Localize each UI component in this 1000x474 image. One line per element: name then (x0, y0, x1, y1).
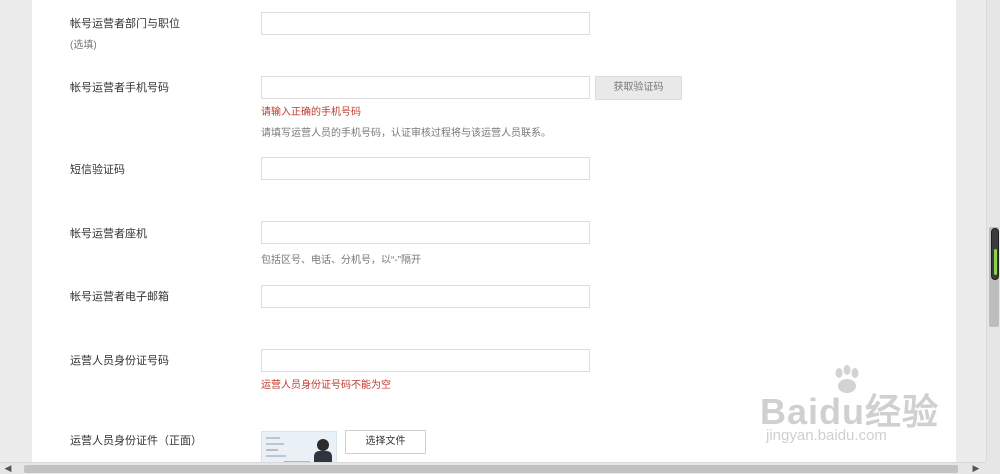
dept-label: 帐号运营者部门与职位 (70, 18, 180, 30)
id-number-error: 运营人员身份证号码不能为空 (261, 380, 391, 391)
phone-input[interactable] (261, 76, 590, 99)
scroll-right-icon[interactable]: ▶ (970, 462, 982, 474)
choose-file-button[interactable]: 选择文件 (345, 430, 426, 454)
scroll-widget-icon (991, 228, 999, 280)
id-card-thumbnail (261, 431, 337, 462)
sms-code-input[interactable] (261, 157, 590, 180)
dept-input[interactable] (261, 12, 590, 35)
email-label: 帐号运营者电子邮箱 (70, 291, 169, 303)
landline-hint: 包括区号、电话、分机号，以“-”隔开 (261, 255, 421, 266)
sms-code-label: 短信验证码 (70, 164, 125, 176)
baidu-jingyan-watermark: Baidu经验 jingyan.baidu.com (760, 365, 950, 455)
phone-label: 帐号运营者手机号码 (70, 82, 169, 94)
horizontal-scroll-thumb[interactable] (24, 465, 958, 473)
id-number-label: 运营人员身份证号码 (70, 355, 169, 367)
dept-optional-note: (选填) (70, 40, 97, 51)
email-input[interactable] (261, 285, 590, 308)
id-front-label: 运营人员身份证件（正面） (70, 435, 202, 447)
phone-error: 请输入正确的手机号码 (261, 107, 361, 118)
get-code-button[interactable]: 获取验证码 (595, 76, 682, 100)
phone-hint: 请填写运营人员的手机号码，认证审核过程将与该运营人员联系。 (261, 128, 551, 139)
scroll-left-icon[interactable]: ◀ (2, 462, 14, 474)
landline-label: 帐号运营者座机 (70, 228, 147, 240)
scrollbar-corner (986, 462, 1000, 474)
watermark-url: jingyan.baidu.com (766, 427, 887, 444)
horizontal-scrollbar[interactable] (0, 462, 986, 474)
landline-input[interactable] (261, 221, 590, 244)
id-number-input[interactable] (261, 349, 590, 372)
